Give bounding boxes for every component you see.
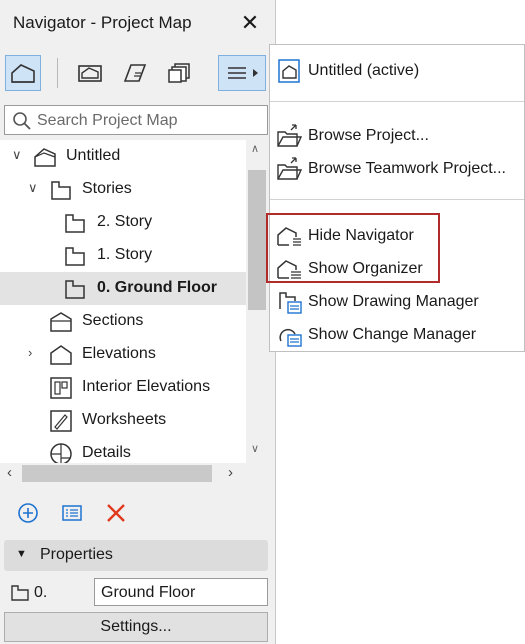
tree-item-untitled[interactable]: ∨ Untitled [0,140,246,173]
window-title: Navigator - Project Map [13,13,192,32]
menu-item-label: Browse Teamwork Project... [308,160,506,177]
section-icon [50,312,72,332]
menu-icon [228,67,258,79]
title-bar: Navigator - Project Map ✕ [0,0,276,48]
tree-item-details[interactable]: Details [0,437,246,463]
navigator-dropdown-menu: Untitled (active) Browse Project... Brow… [269,44,525,352]
properties-title: Properties [40,546,113,563]
menu-item-label: Untitled (active) [308,62,420,79]
vertical-scroll-thumb[interactable] [248,170,266,310]
tree-item-label: 2. Story [97,213,153,230]
publisher-sets-icon [168,63,190,83]
tree-item-label: Worksheets [82,411,167,428]
view-map-button[interactable] [72,55,108,91]
interior-elevation-icon [50,377,72,399]
tree-item-label: Sections [82,312,144,329]
tree-item-interior-elevations[interactable]: Interior Elevations [0,371,246,404]
project-icon [34,148,56,167]
project-file-icon [278,59,300,83]
highlight-box [266,213,440,283]
scroll-down-icon[interactable]: ∨ [251,442,259,455]
tree-item-label: Elevations [82,345,156,362]
menu-item-browse-teamwork[interactable]: Browse Teamwork Project... [270,152,524,185]
menu-item-label: Show Change Manager [308,326,477,343]
story-icon [65,247,85,266]
menu-item-drawing-manager[interactable]: Show Drawing Manager [270,285,524,318]
delete-button[interactable] [102,499,130,527]
properties-row: 0. Ground Floor [0,578,276,608]
search-input[interactable]: Search Project Map [4,105,268,135]
change-manager-icon [279,328,302,347]
scroll-up-icon[interactable]: ∧ [251,142,259,155]
toolbar-divider [57,58,58,88]
tree-item-label: Details [82,444,131,461]
layout-book-button[interactable] [117,55,153,91]
story-icon [65,280,85,299]
project-map-button[interactable] [5,55,41,91]
add-view-button[interactable] [14,499,42,527]
project-tree: ∨ Untitled ∨ Stories 2. Story 1. Story 0… [0,140,246,463]
settings-list-icon [62,505,82,521]
tree-item-label: 1. Story [97,246,153,263]
add-circle-icon [18,503,38,523]
story-number: 0. [34,584,48,601]
layout-book-icon [123,64,147,82]
scroll-left-icon[interactable]: ‹ [7,464,12,481]
menu-item-label: Show Drawing Manager [308,293,479,310]
tree-item-story-2[interactable]: 2. Story [0,206,246,239]
tree-item-worksheets[interactable]: Worksheets [0,404,246,437]
tree-item-sections[interactable]: Sections [0,305,246,338]
worksheet-icon [50,410,72,432]
menu-separator [270,101,524,102]
collapse-triangle-icon[interactable]: ▼ [16,548,27,560]
menu-item-untitled-active[interactable]: Untitled (active) [270,54,524,87]
horizontal-scroll-thumb[interactable] [22,465,212,482]
detail-icon [50,443,72,463]
settings-button[interactable]: Settings... [4,612,268,642]
menu-item-browse-project[interactable]: Browse Project... [270,119,524,152]
tree-item-story-1[interactable]: 1. Story [0,239,246,272]
tree-action-bar [0,495,276,535]
view-settings-button[interactable] [58,499,86,527]
publisher-sets-button[interactable] [162,55,198,91]
chevron-right-icon[interactable]: › [28,345,42,363]
browse-teamwork-icon [277,157,303,180]
story-folder-icon [51,181,71,200]
tree-item-ground-floor[interactable]: 0. Ground Floor [0,272,246,305]
tree-item-label: Stories [82,180,132,197]
tree-item-stories[interactable]: ∨ Stories [0,173,246,206]
scroll-right-icon[interactable]: › [228,464,233,481]
chevron-down-icon[interactable]: ∨ [12,147,26,165]
drawing-manager-icon [279,292,302,314]
tree-item-label: 0. Ground Floor [97,279,217,296]
view-map-icon [78,65,102,82]
tree-item-label: Untitled [66,147,121,164]
elevation-icon [50,345,72,365]
search-icon [13,112,31,130]
project-map-icon [11,64,35,83]
navigator-toolbar [0,48,276,100]
navigator-panel: Navigator - Project Map ✕ Search Project… [0,0,276,644]
menu-separator [270,199,524,200]
browse-project-icon [277,124,303,147]
close-icon[interactable]: ✕ [235,8,265,38]
story-name-value: Ground Floor [101,584,196,601]
story-name-field[interactable]: Ground Floor [94,578,268,606]
delete-x-icon [107,504,125,522]
story-icon [65,214,85,233]
menu-item-change-manager[interactable]: Show Change Manager [270,318,524,351]
properties-header[interactable]: ▼ Properties [4,540,268,571]
chevron-down-icon[interactable]: ∨ [28,180,42,198]
search-placeholder: Search Project Map [37,112,178,129]
menu-item-label: Browse Project... [308,127,429,144]
story-icon [11,585,29,601]
tree-item-elevations[interactable]: › Elevations [0,338,246,371]
tree-item-label: Interior Elevations [82,378,211,395]
navigator-menu-button[interactable] [218,55,266,91]
